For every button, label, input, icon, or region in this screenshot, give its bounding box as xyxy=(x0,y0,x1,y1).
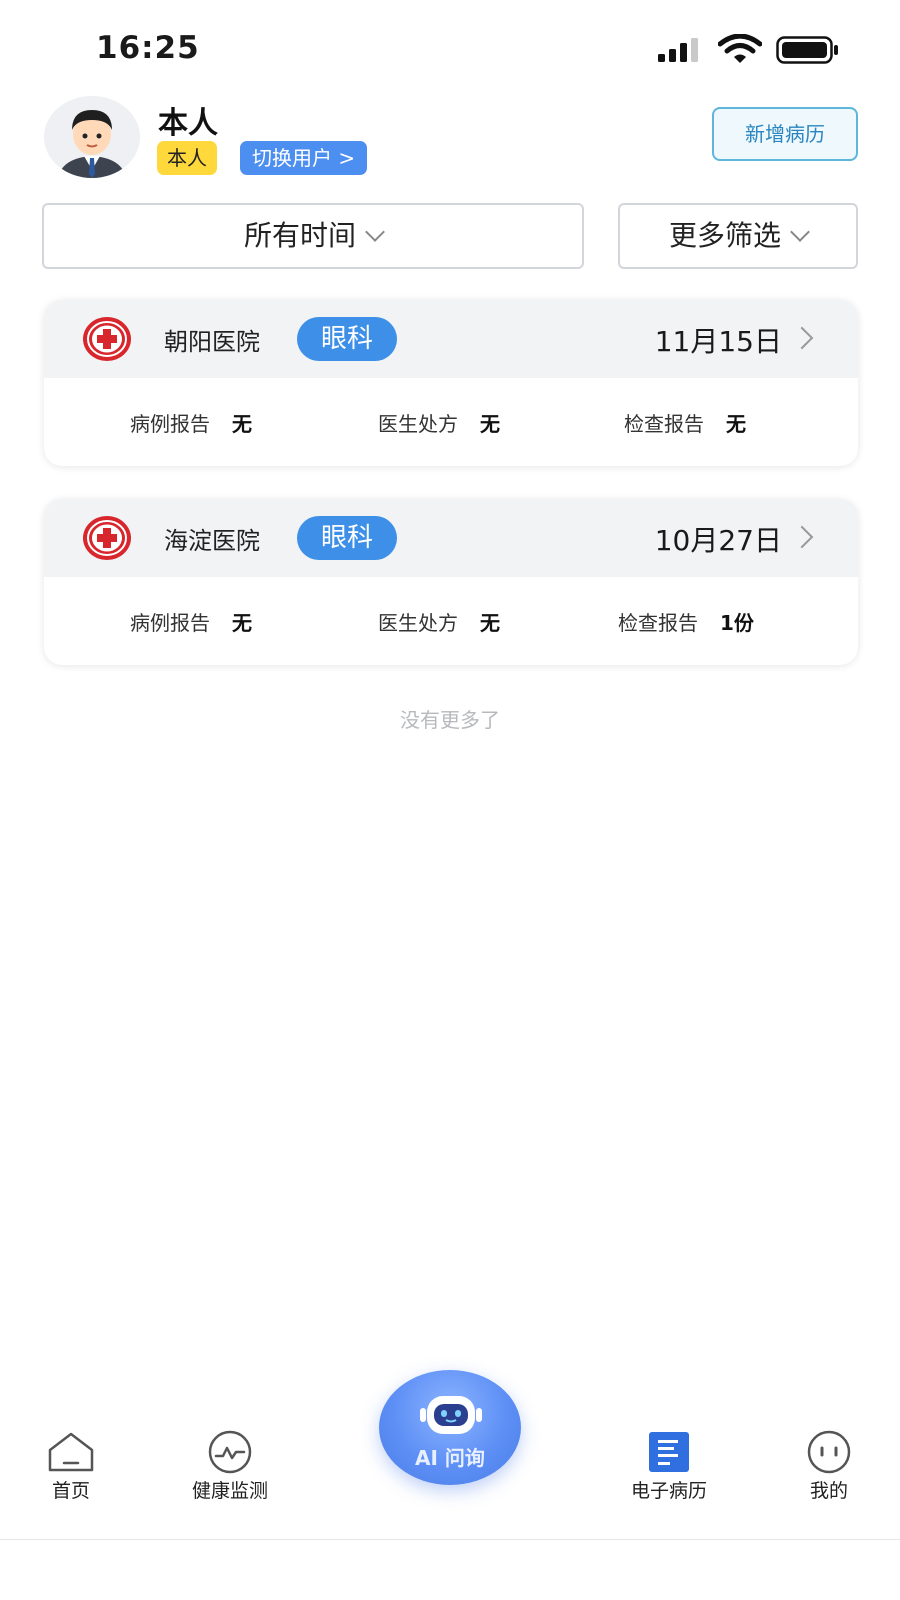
switch-user-button[interactable]: 切换用户 > xyxy=(240,141,368,175)
ai-consult-label: AI 问询 xyxy=(415,1446,485,1470)
department-badge: 眼科 xyxy=(297,317,397,361)
add-record-button[interactable]: 新增病历 xyxy=(712,107,858,161)
wifi-icon xyxy=(718,34,762,63)
list-end-text: 没有更多了 xyxy=(400,708,500,732)
stat-case-report[interactable]: 病例报告无 xyxy=(130,607,252,636)
home-icon xyxy=(48,1432,94,1472)
tab-medical-records[interactable]: 电子病历 xyxy=(614,1430,724,1503)
record-card-body: 病例报告无 医生处方无 检查报告 1份 xyxy=(44,577,858,665)
hospital-name: 海淀医院 xyxy=(164,527,260,555)
tab-mine[interactable]: 我的 xyxy=(774,1430,884,1503)
stat-exam-report[interactable]: 检查报告无 xyxy=(624,408,746,437)
hospital-name: 朝阳医院 xyxy=(164,328,260,356)
ai-consult-button[interactable]: AI 问询 xyxy=(379,1370,521,1485)
chevron-down-icon xyxy=(790,222,810,242)
document-icon xyxy=(649,1432,689,1472)
department-badge: 眼科 xyxy=(297,516,397,560)
record-card-header[interactable]: 朝阳医院 眼科 11月15日 xyxy=(44,300,858,378)
stat-value: 无 xyxy=(480,611,500,635)
signal-icon xyxy=(658,38,698,62)
stat-label: 医生处方 xyxy=(378,611,458,635)
chevron-down-icon xyxy=(365,222,385,242)
stat-label: 检查报告 xyxy=(624,412,704,436)
tab-home-label: 首页 xyxy=(51,1480,90,1502)
visit-date: 10月27日 xyxy=(654,524,782,557)
face-icon xyxy=(807,1430,851,1474)
stat-prescription[interactable]: 医生处方无 xyxy=(378,607,500,636)
chevron-right-icon[interactable] xyxy=(790,525,814,549)
relation-tag: 本人 xyxy=(157,141,217,175)
tab-health-monitor[interactable]: 健康监测 xyxy=(175,1430,285,1503)
stat-value: 无 xyxy=(726,412,746,436)
stat-value: 无 xyxy=(232,611,252,635)
stat-label: 医生处方 xyxy=(378,412,458,436)
tab-home[interactable]: 首页 xyxy=(16,1430,126,1503)
robot-icon xyxy=(420,1396,482,1434)
visit-date: 11月15日 xyxy=(654,325,782,358)
tab-records-label: 电子病历 xyxy=(630,1480,707,1502)
stat-label: 病例报告 xyxy=(130,611,210,635)
user-avatar-icon xyxy=(44,96,140,178)
record-card[interactable]: 海淀医院 眼科 10月27日 病例报告无 医生处方无 检查报告 1份 xyxy=(44,499,858,665)
tab-health-label: 健康监测 xyxy=(191,1480,268,1502)
stat-prescription[interactable]: 医生处方无 xyxy=(378,408,500,437)
red-cross-icon xyxy=(83,317,131,361)
stat-case-report[interactable]: 病例报告无 xyxy=(130,408,252,437)
profile-name: 本人 xyxy=(158,106,218,141)
chevron-right-icon[interactable] xyxy=(790,326,814,350)
stat-value: 1份 xyxy=(720,611,754,635)
record-card-body: 病例报告无 医生处方无 检查报告无 xyxy=(44,378,858,466)
status-time: 16:25 xyxy=(96,30,200,66)
time-filter-label: 所有时间 xyxy=(243,219,356,252)
more-filters-dropdown[interactable]: 更多筛选 xyxy=(618,203,858,269)
status-bar: 16:25 xyxy=(0,0,900,90)
stat-exam-report[interactable]: 检查报告 1份 xyxy=(618,607,754,636)
stat-value: 无 xyxy=(232,412,252,436)
red-cross-icon xyxy=(83,516,131,560)
more-filters-label: 更多筛选 xyxy=(668,219,781,252)
record-card[interactable]: 朝阳医院 眼科 11月15日 病例报告无 医生处方无 检查报告无 xyxy=(44,300,858,466)
heartbeat-icon xyxy=(208,1430,252,1474)
stat-label: 检查报告 xyxy=(618,611,698,635)
avatar[interactable] xyxy=(44,96,140,178)
bottom-tab-bar: 首页 健康监测 AI 问询 电子病历 我的 xyxy=(0,1370,900,1540)
stat-value: 无 xyxy=(480,412,500,436)
time-filter-dropdown[interactable]: 所有时间 xyxy=(42,203,584,269)
tab-mine-label: 我的 xyxy=(809,1480,848,1502)
battery-icon xyxy=(776,36,838,64)
record-card-header[interactable]: 海淀医院 眼科 10月27日 xyxy=(44,499,858,577)
stat-label: 病例报告 xyxy=(130,412,210,436)
